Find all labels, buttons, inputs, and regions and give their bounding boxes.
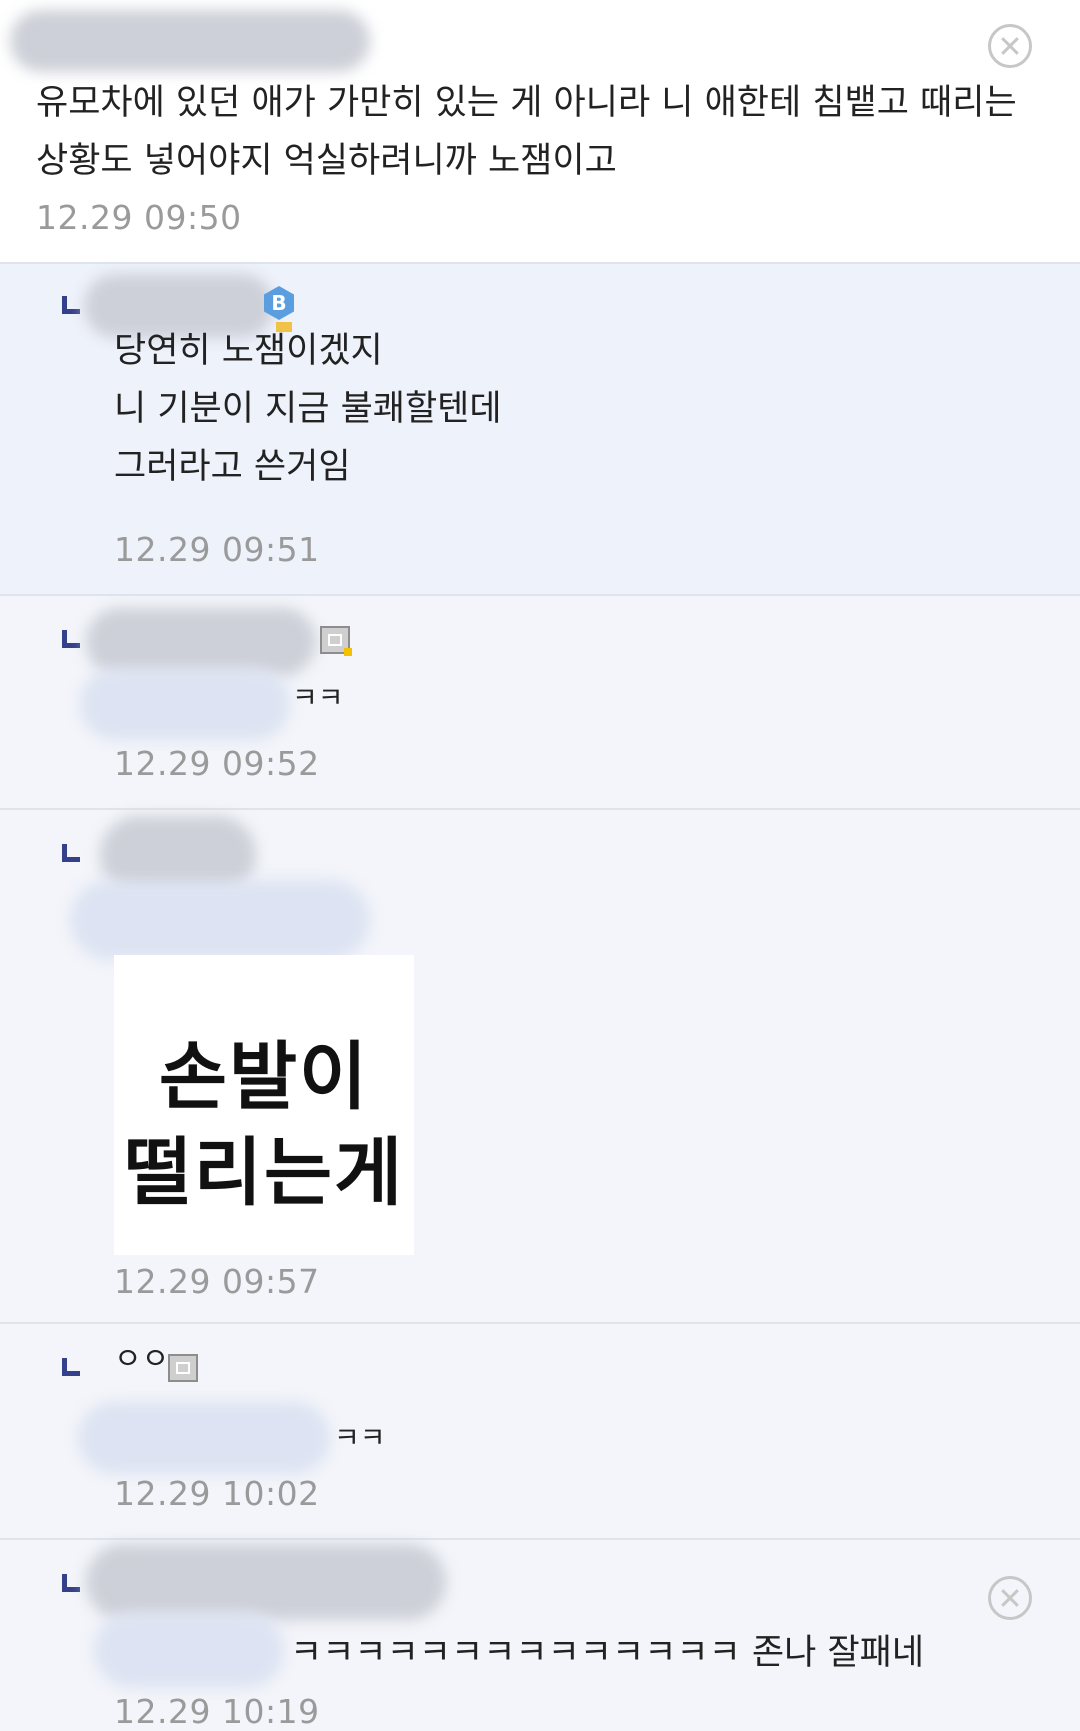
comment-timestamp: 12.29 09:50: [36, 198, 242, 237]
sticker-text-line: 떨리는게: [123, 1130, 405, 1216]
comment-timestamp: 12.29 09:57: [114, 1262, 320, 1301]
comment-text-blurred: [78, 1402, 330, 1474]
comment-timestamp: 12.29 09:52: [114, 744, 320, 783]
reply-item: ㅋㅋㅋㅋㅋㅋㅋㅋㅋㅋㅋㅋㅋㅋ 존나 잘패네 12.29 10:19: [0, 1540, 1080, 1731]
comment-text: ㅋㅋ: [334, 1421, 386, 1454]
reply-arrow-icon: [62, 630, 80, 648]
close-icon[interactable]: [988, 24, 1032, 68]
reply-arrow-icon: [62, 1574, 80, 1592]
comment-text: 당연히 노잼이겠지 니 기분이 지금 불쾌할텐데 그러라고 쓴거임: [114, 331, 502, 487]
comment-item: 유모차에 있던 애가 가만히 있는 게 아니라 니 애한테 침뱉고 때리는 상황…: [0, 0, 1080, 264]
author-nickname-blurred: [86, 608, 316, 676]
comment-text-blurred: [70, 880, 370, 960]
author-nickname-blurred: [10, 10, 370, 72]
comment-text: ㅋㅋㅋㅋㅋㅋㅋㅋㅋㅋㅋㅋㅋㅋ 존나 잘패네: [290, 1633, 925, 1673]
reply-arrow-icon: [62, 1358, 80, 1376]
comment-timestamp: 12.29 09:51: [114, 530, 320, 569]
comment-text-blurred: [80, 668, 290, 740]
comment-text: 유모차에 있던 애가 가만히 있는 게 아니라 니 애한테 침뱉고 때리는 상황…: [36, 83, 1017, 181]
reply-arrow-icon: [62, 844, 80, 862]
comment-text-blurred: [94, 1612, 284, 1688]
reply-item: B 당연히 노잼이겠지 니 기분이 지금 불쾌할텐데 그러라고 쓴거임 12.2…: [0, 264, 1080, 596]
author-nickname[interactable]: ㅇㅇ: [114, 1340, 169, 1380]
reply-item: ㅋㅋ 12.29 09:52: [0, 596, 1080, 810]
comment-timestamp: 12.29 10:19: [114, 1692, 320, 1731]
close-icon[interactable]: [988, 1576, 1032, 1620]
level-dot-icon: [344, 648, 352, 656]
level-icon: [168, 1354, 198, 1382]
reply-item: ㅇㅇ ㅋㅋ 12.29 10:02: [0, 1324, 1080, 1540]
author-nickname-blurred: [86, 1544, 446, 1620]
sticker-image: 손발이 떨리는게: [114, 955, 414, 1255]
comment-text: ㅋㅋ: [292, 681, 344, 714]
comment-timestamp: 12.29 10:02: [114, 1474, 320, 1513]
sticker-text-line: 손발이: [158, 1034, 370, 1120]
reply-arrow-icon: [62, 296, 80, 314]
